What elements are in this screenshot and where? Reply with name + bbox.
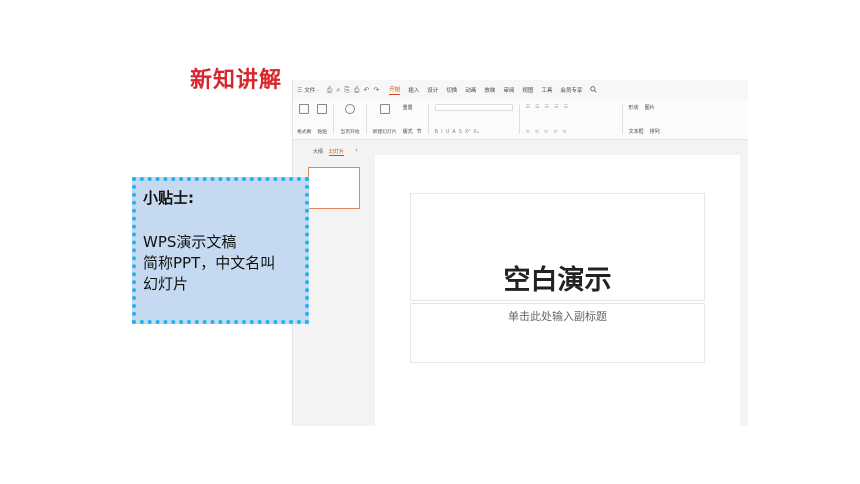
file-menu[interactable]: 三 文件 ·	[297, 86, 319, 94]
tip-title: 小贴士:	[143, 189, 194, 207]
format-painter-button[interactable]: 格式刷	[297, 104, 311, 135]
tab-view[interactable]: 视图	[522, 86, 533, 94]
paragraph-group: ☰ ☰ ☰ ☰ ☰ ≡ ≡ ≡ ≡ ≡	[525, 104, 569, 135]
shape-button[interactable]: 形状	[629, 104, 639, 111]
new-slide-button[interactable]: 新建幻灯片	[373, 104, 397, 135]
layout-button[interactable]: 版式	[403, 128, 413, 135]
drawing-group: 形状 图片 文本框 排列	[629, 104, 660, 135]
subtitle-text: 单击此处输入副标题	[508, 310, 607, 323]
ribbon-divider	[518, 104, 520, 134]
redo-icon[interactable]: ↷	[373, 86, 379, 94]
font-group: B I U A S X² X₂	[434, 104, 513, 135]
ribbon-divider	[333, 104, 335, 134]
copy-icon[interactable]: ⎘	[344, 86, 350, 95]
italic-button[interactable]: I	[441, 129, 442, 135]
picture-button[interactable]: 图片	[645, 104, 655, 111]
textbox-button[interactable]: 文本框	[629, 128, 644, 135]
tab-outline[interactable]: 大纲	[313, 148, 323, 156]
tab-design[interactable]: 设计	[427, 86, 438, 94]
ribbon-divider	[427, 104, 429, 134]
layout-group: 重置 版式 节	[403, 104, 422, 135]
search-icon[interactable]	[590, 85, 598, 95]
slide-pane-tabs: 大纲 幻灯片	[313, 148, 345, 156]
clipboard-icon	[317, 104, 328, 114]
tab-slides[interactable]: 幻灯片	[329, 148, 345, 156]
tip-box: 小贴士: WPS演示文稿 简称PPT，中文名叫 幻灯片	[132, 177, 309, 324]
play-icon	[345, 104, 355, 114]
tab-member[interactable]: 会员专享	[560, 86, 582, 94]
wps-presentation-window: 三 文件 · ⎙ ⌕ ⎘ ⎙ ↶ ↷ 开始 插入 设计 切换 动画 放映 审阅 …	[292, 80, 748, 426]
tab-slideshow[interactable]: 放映	[484, 86, 495, 94]
tip-line: 幻灯片	[143, 275, 189, 293]
paste-button[interactable]: 粘贴	[317, 104, 328, 135]
undo-icon[interactable]: ↶	[364, 86, 370, 94]
ribbon-divider	[365, 104, 367, 134]
section-button[interactable]: 节	[417, 128, 422, 135]
strikethrough-button[interactable]: S	[459, 129, 462, 135]
save-icon[interactable]: ⎙	[327, 86, 333, 95]
slide-thumbnail[interactable]	[308, 167, 360, 209]
tab-animation[interactable]: 动画	[465, 86, 476, 94]
superscript-button[interactable]: X²	[465, 129, 470, 135]
menu-bar: 三 文件 · ⎙ ⌕ ⎘ ⎙ ↶ ↷ 开始 插入 设计 切换 动画 放映 审阅 …	[293, 80, 748, 100]
new-slide-icon	[379, 104, 390, 114]
arrange-button[interactable]: 排列	[650, 128, 660, 135]
reset-button[interactable]: 重置	[403, 104, 422, 111]
ribbon-divider	[621, 104, 623, 134]
subscript-button[interactable]: X₂	[473, 129, 478, 135]
title-placeholder[interactable]: 空白演示	[410, 193, 705, 301]
slide-canvas[interactable]: 空白演示 单击此处输入副标题	[375, 155, 740, 426]
tip-line: 简称PPT，中文名叫	[143, 254, 276, 272]
slide-heading: 新知讲解	[190, 68, 283, 93]
subtitle-placeholder[interactable]: 单击此处输入副标题	[410, 303, 705, 363]
collapse-pane-button[interactable]: ‹	[355, 146, 358, 154]
brush-icon	[299, 104, 310, 114]
underline-button[interactable]: U	[446, 129, 450, 135]
tab-tools[interactable]: 工具	[541, 86, 552, 94]
preview-icon[interactable]: ⌕	[336, 86, 340, 95]
play-from-current-button[interactable]: 当页开始	[340, 104, 360, 135]
tip-line: WPS演示文稿	[143, 233, 237, 251]
ribbon-toolbar: 格式刷 粘贴 当页开始 新建幻灯片 重置 版式 节 B I U A S X² X…	[293, 100, 748, 140]
slide-title-text: 空白演示	[503, 265, 612, 296]
tab-transition[interactable]: 切换	[446, 86, 457, 94]
tab-home[interactable]: 开始	[389, 85, 401, 95]
font-name-select[interactable]	[434, 104, 513, 111]
print-icon[interactable]: ⎙	[354, 86, 360, 95]
bold-button[interactable]: B	[435, 129, 438, 135]
tab-review[interactable]: 审阅	[503, 86, 514, 94]
font-color-button[interactable]: A	[452, 129, 455, 135]
tab-insert[interactable]: 插入	[408, 86, 419, 94]
